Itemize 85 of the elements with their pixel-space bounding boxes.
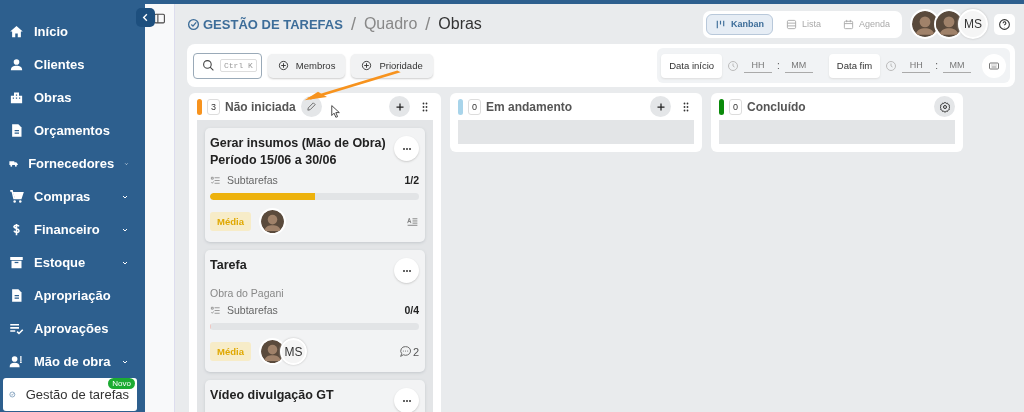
keyboard-icon bbox=[988, 59, 1000, 72]
home-icon bbox=[9, 24, 24, 39]
checklist-icon bbox=[210, 304, 221, 316]
plus-circle-icon bbox=[361, 60, 373, 71]
avatar-icon bbox=[258, 208, 286, 235]
search-icon bbox=[202, 59, 215, 72]
person-icon bbox=[9, 57, 24, 72]
comment-count: 2 bbox=[412, 345, 419, 358]
priority-tag: Média bbox=[210, 212, 251, 231]
user-avatar: MS bbox=[279, 338, 307, 365]
sidebar-item[interactable]: Mão de obra bbox=[3, 345, 137, 378]
card-title: Gerar insumos (Mão de Obra) Período 15/06 a 30/06 bbox=[210, 135, 387, 169]
add-button[interactable] bbox=[389, 96, 410, 117]
document-icon bbox=[9, 123, 24, 138]
count-badge: 0 bbox=[729, 98, 742, 115]
sidebar-item[interactable]: Novo Gestão de tarefas bbox=[3, 378, 137, 411]
sidebar-item[interactable]: Financeiro bbox=[3, 213, 137, 246]
comment-icon bbox=[398, 345, 412, 358]
view-tab[interactable]: Kanban bbox=[705, 13, 773, 35]
page-title: Obras bbox=[438, 15, 482, 33]
checklist-icon bbox=[9, 321, 24, 336]
check-circle-icon bbox=[187, 17, 200, 31]
sidebar-item[interactable]: Clientes bbox=[3, 48, 137, 81]
add-button[interactable] bbox=[650, 96, 671, 117]
task-card[interactable]: Tarefa Obra do Pagani Subtarefas 0/4 Média MS 2 bbox=[205, 250, 425, 372]
subtasks-count: 1/2 bbox=[404, 174, 419, 186]
sidebar-item[interactable]: Apropriação bbox=[3, 279, 137, 312]
help-button[interactable] bbox=[994, 13, 1015, 35]
minute-field[interactable]: MM bbox=[784, 58, 813, 73]
task-card[interactable]: Vídeo divulgação GT bbox=[205, 380, 425, 412]
card-title: Tarefa bbox=[210, 257, 248, 274]
time-separator: : bbox=[935, 60, 938, 71]
module-title[interactable]: GESTÃO DE TAREFAS bbox=[203, 16, 343, 32]
column-title: Em andamento bbox=[486, 99, 573, 114]
sidebar-item[interactable]: Compras bbox=[3, 180, 137, 213]
card-title: Vídeo divulgação GT bbox=[210, 387, 335, 404]
minute-field[interactable]: MM bbox=[943, 58, 971, 73]
task-card[interactable]: Gerar insumos (Mão de Obra) Período 15/06 a 30/06 Subtarefas 1/2 Média bbox=[205, 128, 425, 242]
subtasks-label: Subtarefas bbox=[227, 304, 279, 316]
filter-button[interactable]: Membros bbox=[267, 53, 346, 78]
collapse-button[interactable] bbox=[136, 8, 155, 27]
shortcut-hint: Ctrl K bbox=[220, 59, 257, 72]
list-icon bbox=[785, 18, 797, 30]
document-icon bbox=[9, 288, 24, 303]
new-badge: Novo bbox=[108, 378, 135, 389]
clock-icon bbox=[885, 59, 898, 72]
sidebar-item[interactable]: Orçamentos bbox=[3, 114, 137, 147]
card-subtitle: Obra do Pagani bbox=[210, 287, 285, 299]
description-icon bbox=[406, 215, 419, 228]
breadcrumb-separator: / bbox=[425, 13, 431, 35]
cart-icon bbox=[9, 189, 24, 204]
date-button[interactable]: Data fim bbox=[828, 53, 881, 78]
calendar-icon bbox=[842, 18, 854, 30]
breadcrumb-separator: / bbox=[350, 13, 356, 35]
column-title: Não iniciada bbox=[225, 99, 296, 114]
subtasks-label: Subtarefas bbox=[227, 174, 279, 186]
sidebar-item[interactable]: Obras bbox=[3, 81, 137, 114]
help-icon bbox=[998, 17, 1011, 31]
gear-icon bbox=[938, 100, 951, 113]
edit-button[interactable] bbox=[300, 96, 322, 117]
kanban-icon bbox=[714, 18, 726, 30]
sidebar-item[interactable]: Aprovações bbox=[3, 312, 137, 345]
hour-field[interactable]: HH bbox=[902, 58, 931, 73]
column-title: Concluído bbox=[747, 99, 806, 114]
user-avatar: MS bbox=[958, 9, 988, 39]
count-badge: 0 bbox=[468, 98, 481, 115]
settings-button[interactable] bbox=[934, 96, 955, 117]
worker-icon bbox=[9, 354, 24, 369]
clock-icon bbox=[727, 59, 740, 72]
sidebar-item[interactable]: Início bbox=[3, 15, 137, 48]
sidebar-item[interactable]: Estoque bbox=[3, 246, 137, 279]
checklist-icon bbox=[210, 174, 221, 186]
archive-icon bbox=[9, 255, 24, 270]
subtasks-count: 0/4 bbox=[404, 304, 419, 316]
date-button[interactable]: Data início bbox=[661, 53, 723, 78]
priority-tag: Média bbox=[210, 342, 251, 361]
time-separator: : bbox=[777, 60, 780, 71]
building-icon bbox=[9, 90, 24, 105]
pencil-icon bbox=[305, 101, 317, 112]
filter-button[interactable]: Prioridade bbox=[351, 53, 433, 78]
count-badge: 3 bbox=[207, 98, 220, 115]
sidebar-toggle-icon bbox=[153, 12, 166, 25]
sidebar-item[interactable]: Fornecedores bbox=[3, 147, 137, 180]
plus-circle-icon bbox=[277, 60, 289, 71]
hour-field[interactable]: HH bbox=[744, 58, 773, 73]
